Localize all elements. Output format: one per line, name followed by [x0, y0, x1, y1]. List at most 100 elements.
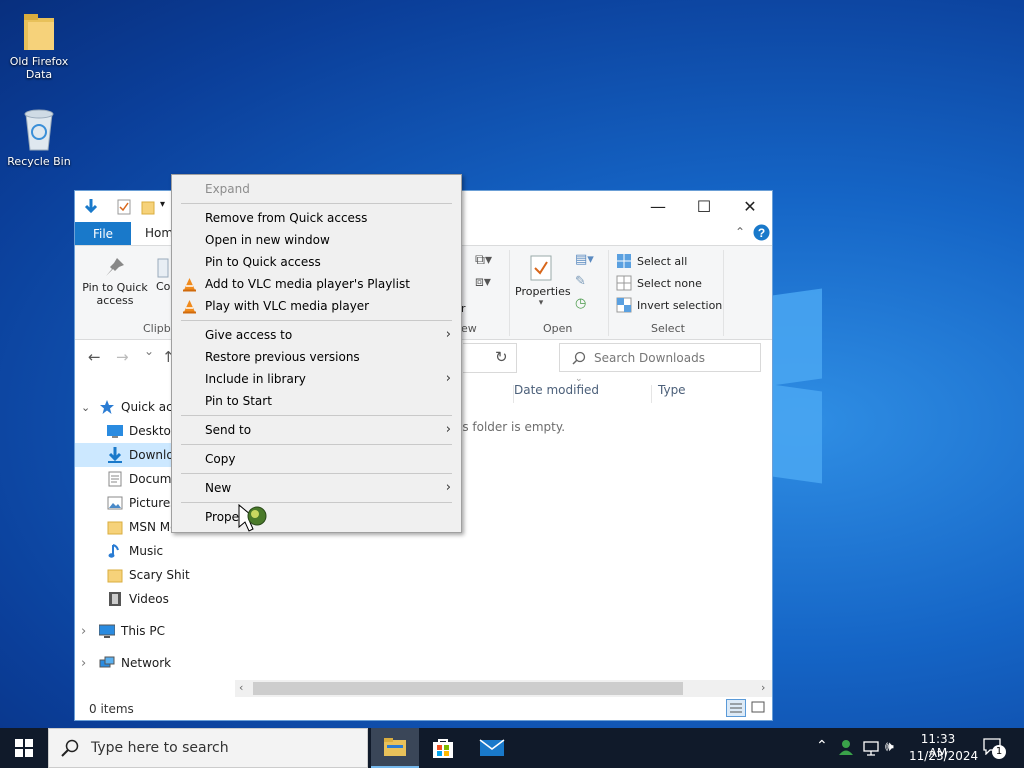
- documents-icon: [108, 471, 122, 487]
- select-all-button[interactable]: Select all: [616, 251, 687, 271]
- forward-button[interactable]: →: [116, 348, 129, 366]
- copy-icon[interactable]: [157, 258, 169, 278]
- new-folder-icon[interactable]: [141, 199, 155, 215]
- volume-icon[interactable]: 🕪: [885, 739, 894, 755]
- refresh-button[interactable]: ↻: [495, 348, 508, 366]
- details-view-icon: [730, 703, 742, 713]
- menu-item-open-in-new-window[interactable]: Open in new window: [172, 229, 461, 251]
- open-icon[interactable]: ▤▾: [575, 252, 594, 267]
- select-none-button[interactable]: Select none: [616, 273, 702, 293]
- folder-icon: [107, 521, 123, 535]
- scrollbar-thumb[interactable]: [253, 682, 683, 695]
- invert-selection-icon: [616, 297, 632, 313]
- horizontal-scrollbar[interactable]: ‹ ›: [235, 680, 772, 697]
- menu-item-restore-previous-versions[interactable]: Restore previous versions: [172, 346, 461, 368]
- select-group-label: Select: [651, 322, 685, 335]
- menu-item-pin-to-start[interactable]: Pin to Start: [172, 390, 461, 412]
- recent-locations-button[interactable]: ⌄: [144, 344, 154, 358]
- column-type[interactable]: Type: [658, 383, 686, 397]
- desktop-icon-old-firefox-data[interactable]: Old Firefox Data: [3, 10, 75, 81]
- menu-item-expand[interactable]: Expand: [172, 178, 461, 200]
- vlc-icon: [183, 278, 196, 292]
- new-item-icon[interactable]: ⧈▾: [475, 274, 491, 290]
- action-center-button[interactable]: 1: [982, 737, 1006, 759]
- desktop-icon: [107, 425, 123, 438]
- scroll-right-icon[interactable]: ›: [761, 681, 765, 694]
- scroll-left-icon[interactable]: ‹: [239, 681, 243, 694]
- column-date-modified[interactable]: Date modified: [514, 383, 599, 397]
- menu-item-include-in-library[interactable]: Include in library ›: [172, 368, 461, 390]
- menu-item-label: New: [205, 481, 232, 495]
- tree-item-label: Videos: [129, 592, 169, 606]
- desktop-icon-label: Recycle Bin: [7, 155, 71, 168]
- ribbon-collapse-icon[interactable]: ⌃: [735, 225, 745, 239]
- submenu-arrow-icon: ›: [445, 371, 451, 386]
- tree-item-music[interactable]: Music: [75, 539, 235, 563]
- show-hidden-icons-button[interactable]: ⌃: [816, 738, 828, 754]
- menu-item-remove-from-quick-access[interactable]: Remove from Quick access: [172, 207, 461, 229]
- search-placeholder: Search Downloads: [594, 350, 705, 365]
- start-button[interactable]: [0, 728, 48, 768]
- vlc-icon: [183, 300, 196, 314]
- tree-item-label: Network: [121, 656, 172, 670]
- minimize-button[interactable]: —: [635, 191, 681, 221]
- context-menu: Expand Remove from Quick access Open in …: [171, 174, 462, 533]
- mail-icon: [479, 739, 505, 756]
- tree-item-scary-shit[interactable]: Scary Shit: [75, 563, 235, 587]
- search-box[interactable]: Search Downloads: [559, 343, 761, 372]
- notification-count-badge: 1: [992, 745, 1006, 759]
- invert-selection-button[interactable]: Invert selection: [616, 295, 722, 315]
- taskbar-search-box[interactable]: Type here to search: [48, 728, 368, 768]
- busy-cursor-icon: [238, 503, 267, 532]
- taskbar-file-explorer[interactable]: [371, 728, 419, 768]
- edit-icon[interactable]: ✎: [575, 274, 586, 289]
- invert-selection-label: Invert selection: [637, 298, 723, 312]
- menu-item-properties[interactable]: Proper: [172, 506, 461, 528]
- tree-item-this-pc[interactable]: › This PC: [75, 619, 235, 643]
- download-arrow-icon[interactable]: [83, 198, 99, 216]
- copy-to-icon[interactable]: ⧉▾: [475, 252, 492, 268]
- taskbar-search-placeholder: Type here to search: [91, 740, 229, 756]
- menu-item-pin-to-quick-access[interactable]: Pin to Quick access: [172, 251, 461, 273]
- menu-item-label: Give access to: [205, 328, 293, 342]
- menu-item-play-with-vlc[interactable]: Play with VLC media player: [172, 295, 461, 317]
- menu-item-give-access-to[interactable]: Give access to ›: [172, 324, 461, 346]
- back-button[interactable]: ←: [88, 348, 101, 366]
- help-icon[interactable]: ?: [753, 224, 770, 241]
- clock-date[interactable]: 11/23/2024: [909, 749, 978, 763]
- details-view-button[interactable]: [726, 699, 746, 717]
- music-icon: [108, 544, 119, 558]
- star-icon: [100, 400, 114, 414]
- desktop-icon-recycle-bin[interactable]: Recycle Bin: [3, 106, 75, 168]
- people-icon[interactable]: [837, 738, 855, 756]
- properties-icon[interactable]: [117, 199, 131, 215]
- menu-item-send-to[interactable]: Send to ›: [172, 419, 461, 441]
- qat-dropdown-icon[interactable]: ▾: [160, 199, 165, 210]
- expand-chevron-icon[interactable]: ›: [81, 656, 93, 671]
- select-none-label: Select none: [637, 276, 702, 290]
- large-icons-view-button[interactable]: [749, 699, 769, 717]
- pin-icon: [106, 258, 124, 276]
- menu-item-copy[interactable]: Copy: [172, 448, 461, 470]
- network-status-icon[interactable]: [862, 740, 880, 756]
- maximize-button[interactable]: ☐: [681, 191, 727, 221]
- select-none-icon: [616, 275, 632, 291]
- address-bar[interactable]: ↻: [463, 343, 517, 373]
- tree-item-network[interactable]: › Network: [75, 651, 235, 675]
- close-button[interactable]: ✕: [727, 191, 772, 221]
- select-all-label: Select all: [637, 254, 688, 268]
- expand-chevron-icon[interactable]: ›: [81, 624, 93, 639]
- menu-item-new[interactable]: New ›: [172, 477, 461, 499]
- tree-item-label: Downlo: [129, 448, 174, 462]
- properties-large-icon: [530, 255, 552, 281]
- file-explorer-icon: [384, 738, 406, 756]
- tree-item-videos[interactable]: Videos: [75, 587, 235, 611]
- history-icon[interactable]: ◷: [575, 296, 586, 311]
- menu-item-add-to-vlc-playlist[interactable]: Add to VLC media player's Playlist: [172, 273, 461, 295]
- taskbar-mail[interactable]: [468, 728, 516, 768]
- expand-chevron-icon[interactable]: ⌄: [81, 401, 93, 414]
- tab-file[interactable]: File: [75, 222, 131, 245]
- taskbar-store[interactable]: [419, 728, 467, 768]
- properties-button[interactable]: Properties ▾: [515, 254, 571, 308]
- pin-quick-access-button[interactable]: Pin to Quick access: [79, 256, 151, 307]
